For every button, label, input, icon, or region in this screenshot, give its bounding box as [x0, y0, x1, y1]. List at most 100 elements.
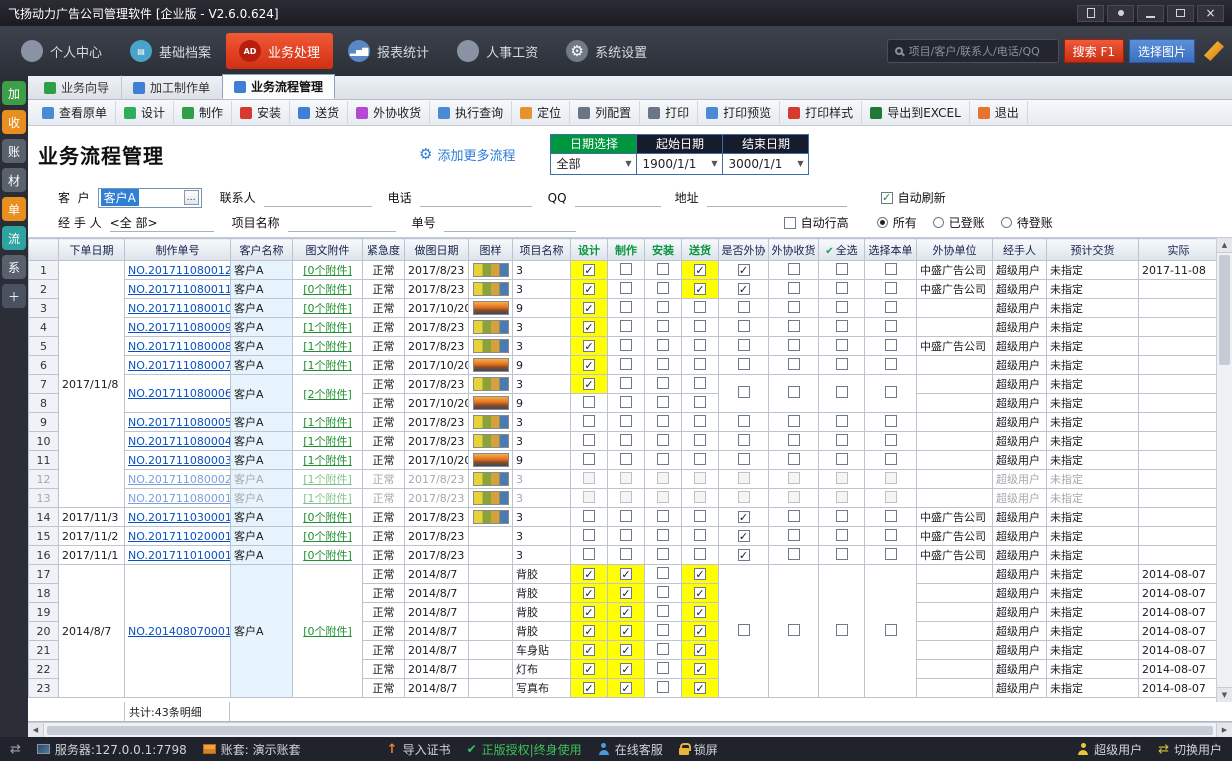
online-service-button[interactable]: 在线客服 [598, 741, 663, 758]
order-no-link[interactable]: NO.201711080005 [128, 416, 231, 429]
design-checkbox[interactable] [583, 548, 595, 560]
col-header-outsrc[interactable]: 是否外协 [719, 239, 769, 261]
install-checkbox[interactable] [657, 434, 669, 446]
thumbnail-image[interactable] [473, 377, 509, 391]
design-checkbox[interactable] [583, 302, 595, 314]
order-no-link[interactable]: NO.201711080007 [128, 359, 231, 372]
attachment-link[interactable]: [0个附件] [303, 302, 352, 315]
install-checkbox[interactable] [657, 377, 669, 389]
close-button[interactable]: × [1197, 5, 1224, 22]
attachment-link[interactable]: [0个附件] [303, 264, 352, 277]
select-order-checkbox[interactable] [885, 548, 897, 560]
produce-checkbox[interactable] [620, 644, 632, 656]
order-no-link[interactable]: NO.201711080002 [128, 473, 231, 486]
design-checkbox[interactable] [583, 663, 595, 675]
toolbar-button-outsource-receive[interactable]: 外协收货 [348, 101, 430, 124]
select-all-checkbox[interactable] [836, 453, 848, 465]
order-no-link[interactable]: NO.201711080001 [128, 492, 231, 505]
attachment-link[interactable]: [1个附件] [303, 340, 352, 353]
attachment-link[interactable]: [1个附件] [303, 454, 352, 467]
thumbnail-image[interactable] [473, 491, 509, 505]
deliver-checkbox[interactable] [694, 339, 706, 351]
deliver-checkbox[interactable] [694, 606, 706, 618]
attachment-link[interactable]: [0个附件] [303, 283, 352, 296]
attachment-link[interactable]: [1个附件] [303, 492, 352, 505]
install-checkbox[interactable] [657, 320, 669, 332]
toolbar-button-print-preview[interactable]: 打印预览 [698, 101, 780, 124]
outsource-checkbox[interactable] [738, 511, 750, 523]
select-order-checkbox[interactable] [885, 386, 897, 398]
outsource-receive-checkbox[interactable] [788, 434, 800, 446]
produce-checkbox[interactable] [620, 263, 632, 275]
order-no-link[interactable]: NO.201711080009 [128, 321, 231, 334]
outsource-receive-checkbox[interactable] [788, 282, 800, 294]
attachment-link[interactable]: [1个附件] [303, 435, 352, 448]
col-header-actual[interactable]: 实际 [1139, 239, 1219, 261]
select-order-checkbox[interactable] [885, 510, 897, 522]
deliver-checkbox[interactable] [694, 396, 706, 408]
order-no-link[interactable]: NO.201711080012 [128, 264, 231, 277]
produce-checkbox[interactable] [620, 453, 632, 465]
skin-button[interactable] [1077, 5, 1104, 22]
end-date-select[interactable]: 3000/1/1▼ [723, 153, 808, 174]
design-checkbox[interactable] [583, 340, 595, 352]
install-checkbox[interactable] [657, 282, 669, 294]
produce-checkbox[interactable] [620, 339, 632, 351]
design-checkbox[interactable] [583, 568, 595, 580]
produce-checkbox[interactable] [620, 396, 632, 408]
design-checkbox[interactable] [583, 359, 595, 371]
design-checkbox[interactable] [583, 378, 595, 390]
order-no-link[interactable]: NO.201711010001 [128, 549, 231, 562]
design-checkbox[interactable] [583, 606, 595, 618]
install-checkbox[interactable] [657, 358, 669, 370]
design-checkbox[interactable] [583, 682, 595, 694]
install-checkbox[interactable] [657, 339, 669, 351]
produce-checkbox[interactable] [620, 472, 632, 484]
outsource-receive-checkbox[interactable] [788, 491, 800, 503]
toolbar-button-install[interactable]: 安装 [232, 101, 290, 124]
nav-item-personal-center[interactable]: 个人中心 [8, 33, 115, 69]
col-header-make[interactable]: 制作 [608, 239, 645, 261]
sidebar-item-system[interactable]: 系 [2, 255, 26, 279]
order-no-link[interactable]: NO.201711080008 [128, 340, 231, 353]
install-checkbox[interactable] [657, 681, 669, 693]
toolbar-button-exit[interactable]: 退出 [970, 101, 1028, 124]
deliver-checkbox[interactable] [694, 587, 706, 599]
outsource-checkbox[interactable] [738, 472, 750, 484]
col-header-expect[interactable]: 预计交货 [1047, 239, 1139, 261]
toolbar-button-execute-query[interactable]: 执行查询 [430, 101, 512, 124]
install-checkbox[interactable] [657, 567, 669, 579]
attachment-link[interactable]: [0个附件] [303, 549, 352, 562]
order-no-link[interactable]: NO.201711020001 [128, 530, 231, 543]
attachment-link[interactable]: [0个附件] [303, 625, 352, 638]
attachment-link[interactable]: [2个附件] [303, 388, 352, 401]
thumbnail-image[interactable] [473, 396, 509, 410]
col-header-selall[interactable]: ✔全选 [819, 239, 865, 261]
search-input[interactable] [909, 45, 1051, 58]
sidebar-item-flow[interactable]: 流 [2, 226, 26, 250]
outsource-receive-checkbox[interactable] [788, 510, 800, 522]
design-checkbox[interactable] [583, 510, 595, 522]
install-checkbox[interactable] [657, 624, 669, 636]
design-checkbox[interactable] [583, 434, 595, 446]
outsource-receive-checkbox[interactable] [788, 358, 800, 370]
select-order-checkbox[interactable] [885, 415, 897, 427]
toolbar-button-locate[interactable]: 定位 [512, 101, 570, 124]
deliver-checkbox[interactable] [694, 682, 706, 694]
attachment-link[interactable]: [1个附件] [303, 473, 352, 486]
tab-business-wizard[interactable]: 业务向导 [32, 75, 121, 99]
select-order-checkbox[interactable] [885, 358, 897, 370]
outsource-checkbox[interactable] [738, 530, 750, 542]
select-image-button[interactable]: 选择图片 [1129, 39, 1195, 63]
outsource-checkbox[interactable] [738, 358, 750, 370]
deliver-checkbox[interactable] [694, 625, 706, 637]
select-all-checkbox[interactable] [836, 301, 848, 313]
sidebar-item-add[interactable]: ＋ [2, 284, 26, 308]
thumbnail-image[interactable] [473, 510, 509, 524]
deliver-checkbox[interactable] [694, 568, 706, 580]
search-button[interactable]: 搜索 F1 [1064, 39, 1124, 63]
col-header-urg[interactable]: 紧急度 [363, 239, 405, 261]
attachment-link[interactable]: [1个附件] [303, 416, 352, 429]
thumbnail-image[interactable] [473, 472, 509, 486]
produce-checkbox[interactable] [620, 491, 632, 503]
